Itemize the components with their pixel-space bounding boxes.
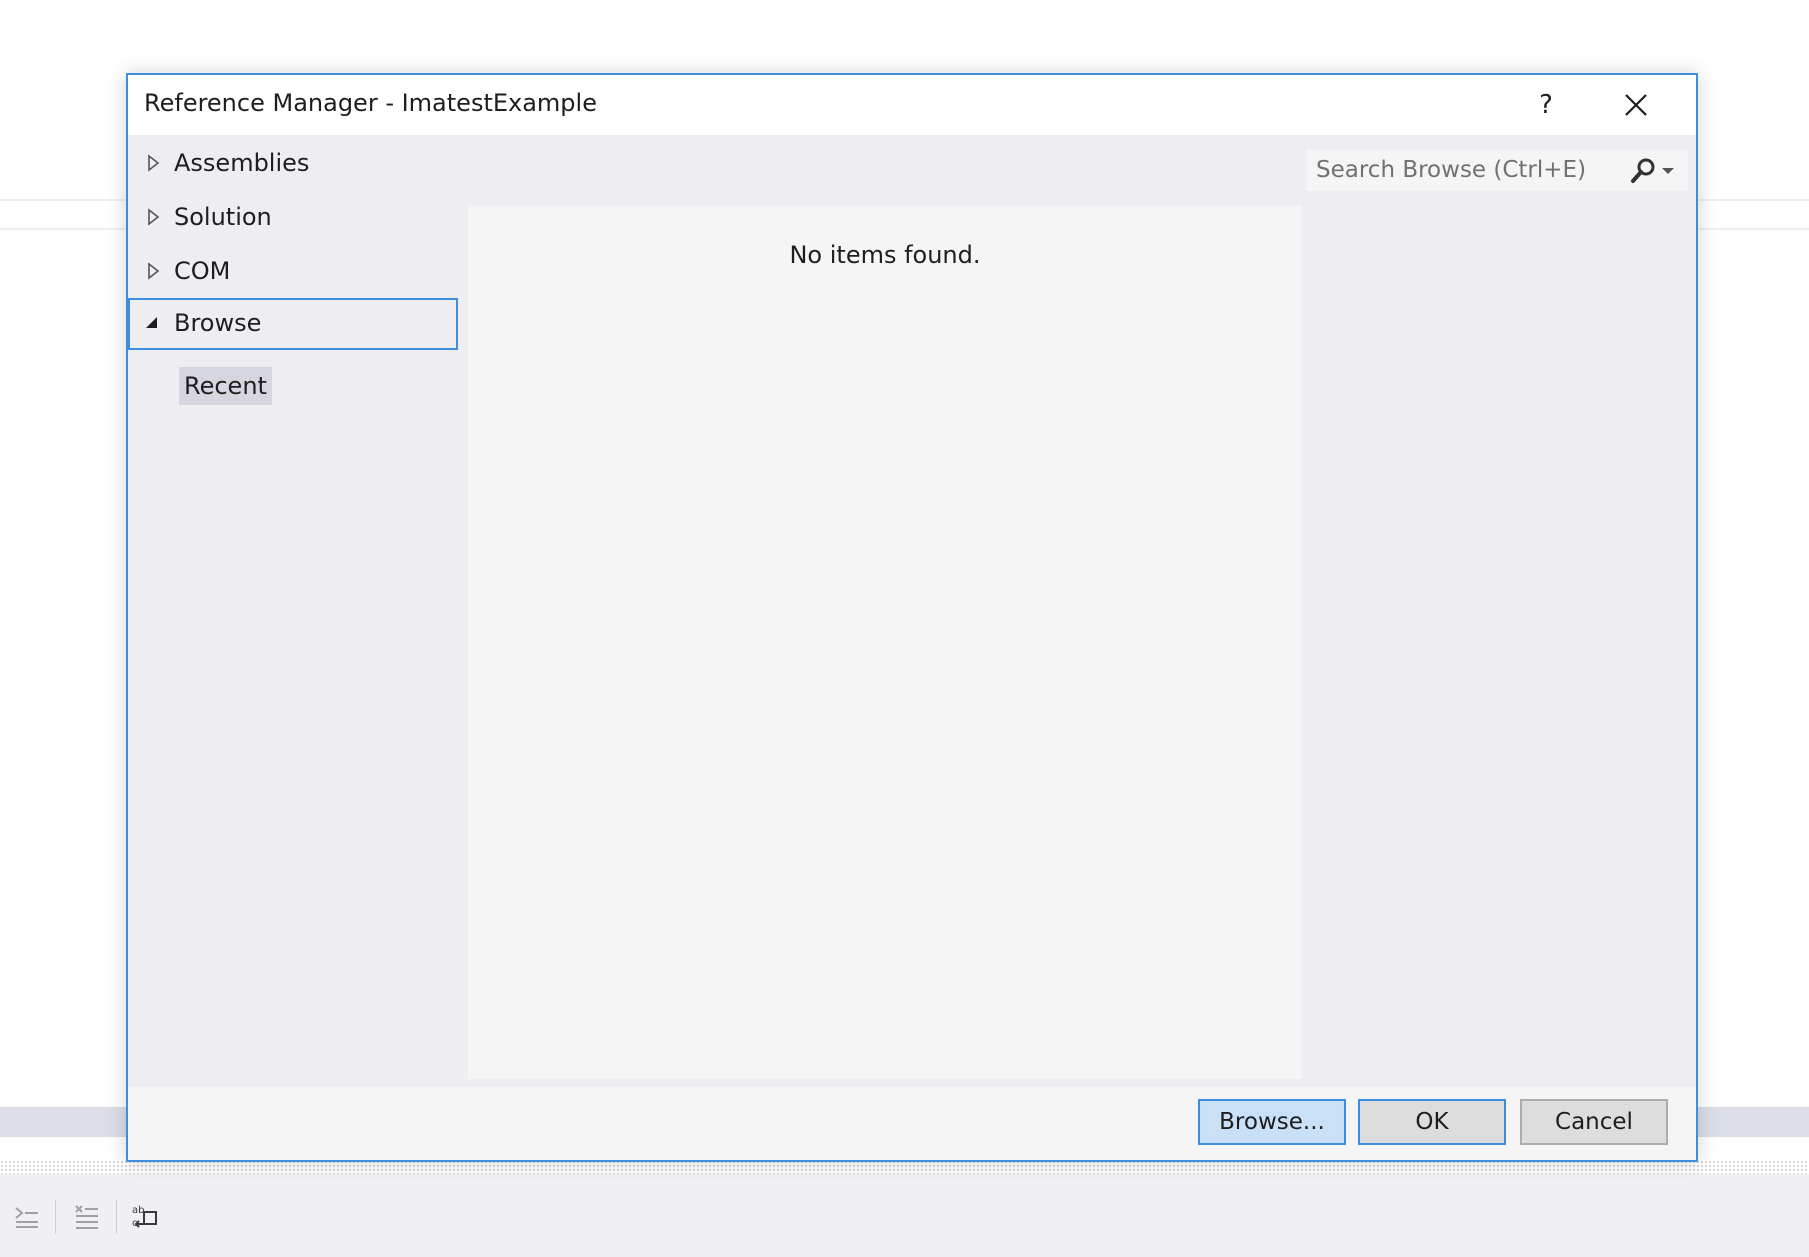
dialog-footer: Browse... OK Cancel [128,1087,1696,1160]
expand-arrow-icon[interactable] [146,153,162,173]
close-icon [1625,94,1647,116]
nav-subitem-recent[interactable]: Recent [179,367,272,405]
dialog-titlebar: Reference Manager - ImatestExample ? [128,75,1696,135]
nav-item-com[interactable]: COM [128,246,458,298]
nav-item-label: COM [174,257,231,285]
references-list: No items found. [468,205,1302,1079]
search-box[interactable] [1306,149,1688,191]
help-button[interactable]: ? [1524,83,1568,127]
toolbar-separator [116,1200,117,1234]
expand-arrow-icon[interactable] [146,261,162,281]
indent-icon[interactable] [12,1202,42,1232]
nav-item-label: Assemblies [174,149,310,177]
nav-item-label: Browse [174,309,262,337]
reference-manager-dialog: Reference Manager - ImatestExample ? Ass… [126,73,1698,1162]
list-format-icon[interactable] [72,1202,102,1232]
ok-button[interactable]: OK [1358,1099,1506,1145]
expand-arrow-icon[interactable] [146,207,162,227]
cancel-button[interactable]: Cancel [1520,1099,1668,1145]
svg-text:c: c [132,1218,138,1229]
browse-button[interactable]: Browse... [1198,1099,1346,1145]
collapse-arrow-icon[interactable] [144,313,160,333]
close-button[interactable] [1614,83,1658,127]
dialog-title: Reference Manager - ImatestExample [144,89,597,117]
chevron-down-icon[interactable] [1662,168,1674,174]
nav-item-solution[interactable]: Solution [128,192,458,244]
toolbar-separator [55,1200,56,1234]
splitter-grip[interactable] [0,1160,1809,1174]
empty-message: No items found. [789,241,981,269]
search-input[interactable] [1306,149,1626,191]
nav-item-browse[interactable]: Browse [128,298,458,350]
svg-text:ab: ab [132,1205,144,1216]
nav-item-assemblies[interactable]: Assemblies [128,138,458,190]
bottom-toolbar [0,1174,1809,1257]
search-icon[interactable] [1628,156,1658,186]
replace-text-icon[interactable]: ab c [130,1202,160,1232]
nav-item-label: Solution [174,203,272,231]
